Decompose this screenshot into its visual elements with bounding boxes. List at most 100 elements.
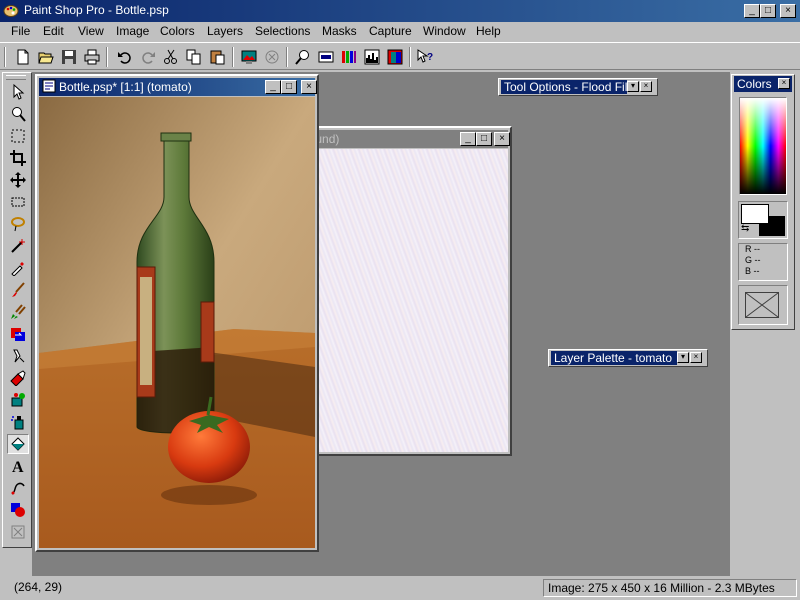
line-icon[interactable] (7, 478, 29, 498)
print-icon[interactable] (81, 46, 103, 68)
airbrush-icon[interactable] (7, 412, 29, 432)
copy-icon[interactable] (183, 46, 205, 68)
blue-readout: B -- (745, 266, 760, 276)
menu-help[interactable]: Help (476, 24, 501, 38)
menu-selections[interactable]: Selections (255, 24, 310, 38)
toolbar-separator (232, 47, 234, 67)
menu-image[interactable]: Image (116, 24, 149, 38)
palette-grip (6, 75, 26, 80)
image-info: Image: 275 x 450 x 16 Million - 2.3 MByt… (543, 579, 797, 597)
zoom-tool-icon[interactable] (7, 104, 29, 124)
document-icon (42, 79, 56, 93)
minimize-button[interactable]: _ (265, 80, 281, 94)
red-readout: R -- (745, 244, 760, 254)
overview-icon[interactable] (315, 46, 337, 68)
toolbar-grip (4, 47, 6, 67)
save-icon[interactable] (58, 46, 80, 68)
colors-palette: Colors × ⇆ R -- G -- B -- (731, 74, 795, 330)
foreground-color-swatch[interactable] (741, 204, 769, 224)
menu-file[interactable]: File (11, 24, 30, 38)
menu-layers[interactable]: Layers (207, 24, 243, 38)
retouch-icon[interactable] (7, 346, 29, 366)
new-file-icon[interactable] (12, 46, 34, 68)
app-title: Paint Shop Pro - Bottle.psp (24, 3, 169, 17)
status-bar: (264, 29) Image: 275 x 450 x 16 Million … (0, 577, 800, 600)
tool-options-palette[interactable]: Tool Options - Flood Fill ▾ × (498, 78, 658, 96)
dropper-icon[interactable] (7, 258, 29, 278)
close-button[interactable]: × (780, 4, 796, 18)
zoom-icon[interactable] (292, 46, 314, 68)
paste-icon[interactable] (206, 46, 228, 68)
app-title-bar: Paint Shop Pro - Bottle.psp _ □ × (0, 0, 800, 22)
text-icon[interactable]: A (7, 456, 29, 476)
maximize-button[interactable]: □ (281, 80, 297, 94)
maximize-button[interactable]: □ (476, 132, 492, 146)
color-balance-icon[interactable] (361, 46, 383, 68)
undo-icon[interactable] (114, 46, 136, 68)
palette-close-button[interactable]: × (690, 352, 702, 363)
layer-palette-icon[interactable] (384, 46, 406, 68)
picture-tube-icon[interactable] (7, 390, 29, 410)
cut-icon[interactable] (160, 46, 182, 68)
bottle-back-label (200, 301, 215, 363)
bottle-label-inner (140, 277, 152, 385)
shapes-icon[interactable] (7, 500, 29, 520)
mdi-workspace: kground) _ □ × Bottle.psp* [1:1] (tomato… (32, 72, 730, 576)
bottle-image-window[interactable]: Bottle.psp* [1:1] (tomato) _ □ × (35, 74, 319, 552)
full-screen-preview-icon[interactable] (238, 46, 260, 68)
mover-icon[interactable] (7, 170, 29, 190)
preset-shapes-icon[interactable] (7, 522, 29, 542)
layer-palette-title[interactable]: Layer Palette - tomato (551, 351, 677, 365)
palette-close-button[interactable]: × (778, 78, 790, 89)
menu-view[interactable]: View (78, 24, 104, 38)
color-swatch-panel: ⇆ (738, 201, 788, 239)
browse-icon[interactable] (261, 46, 283, 68)
histogram-icon[interactable] (338, 46, 360, 68)
menu-window[interactable]: Window (423, 24, 466, 38)
palette-icon[interactable] (3, 3, 19, 19)
tool-options-title[interactable]: Tool Options - Flood Fill (501, 80, 627, 94)
background-canvas[interactable] (288, 149, 508, 452)
deformation-icon[interactable] (7, 126, 29, 146)
color-spectrum-picker[interactable] (739, 97, 787, 195)
magic-wand-icon[interactable] (7, 236, 29, 256)
open-folder-icon[interactable] (35, 46, 57, 68)
rgb-readout: R -- G -- B -- (738, 243, 788, 281)
palette-close-button[interactable]: × (640, 81, 652, 92)
close-button[interactable]: × (494, 132, 510, 146)
paintbrush-icon[interactable] (7, 280, 29, 300)
eraser-icon[interactable] (7, 368, 29, 388)
background-window-title-bar[interactable]: kground) _ □ × (288, 130, 510, 148)
menu-edit[interactable]: Edit (43, 24, 64, 38)
redo-icon[interactable] (137, 46, 159, 68)
palette-rollup-button[interactable]: ▾ (627, 81, 639, 92)
bottle-window-title-bar[interactable]: Bottle.psp* [1:1] (tomato) _ □ × (39, 78, 317, 96)
green-readout: G -- (745, 255, 761, 265)
menu-capture[interactable]: Capture (369, 24, 412, 38)
bottle-lip (160, 132, 192, 142)
svg-text:A: A (12, 459, 24, 474)
arrow-icon[interactable] (7, 82, 29, 102)
menu-masks[interactable]: Masks (322, 24, 357, 38)
freehand-selection-icon[interactable] (7, 214, 29, 234)
close-button[interactable]: × (301, 80, 317, 94)
color-replacer-icon[interactable] (7, 324, 29, 344)
menu-colors[interactable]: Colors (160, 24, 195, 38)
swap-colors-icon[interactable]: ⇆ (741, 224, 749, 234)
bottle-canvas[interactable] (39, 97, 315, 548)
layer-palette[interactable]: Layer Palette - tomato ▾ × (548, 349, 708, 367)
cursor-coordinates: (264, 29) (14, 580, 63, 594)
bottle-window-title: Bottle.psp* [1:1] (tomato) (59, 80, 192, 94)
minimize-button[interactable]: _ (460, 132, 476, 146)
menu-bar: File Edit View Image Colors Layers Selec… (0, 22, 800, 41)
palette-rollup-button[interactable]: ▾ (677, 352, 689, 363)
toolbar-separator (286, 47, 288, 67)
clone-brush-icon[interactable] (7, 302, 29, 322)
no-style-swatch-icon[interactable] (745, 292, 779, 318)
selection-icon[interactable] (7, 192, 29, 212)
crop-icon[interactable] (7, 148, 29, 168)
maximize-button[interactable]: □ (760, 4, 776, 18)
minimize-button[interactable]: _ (744, 4, 760, 18)
flood-fill-icon[interactable] (7, 434, 29, 454)
context-help-icon[interactable]: ? (414, 46, 436, 68)
